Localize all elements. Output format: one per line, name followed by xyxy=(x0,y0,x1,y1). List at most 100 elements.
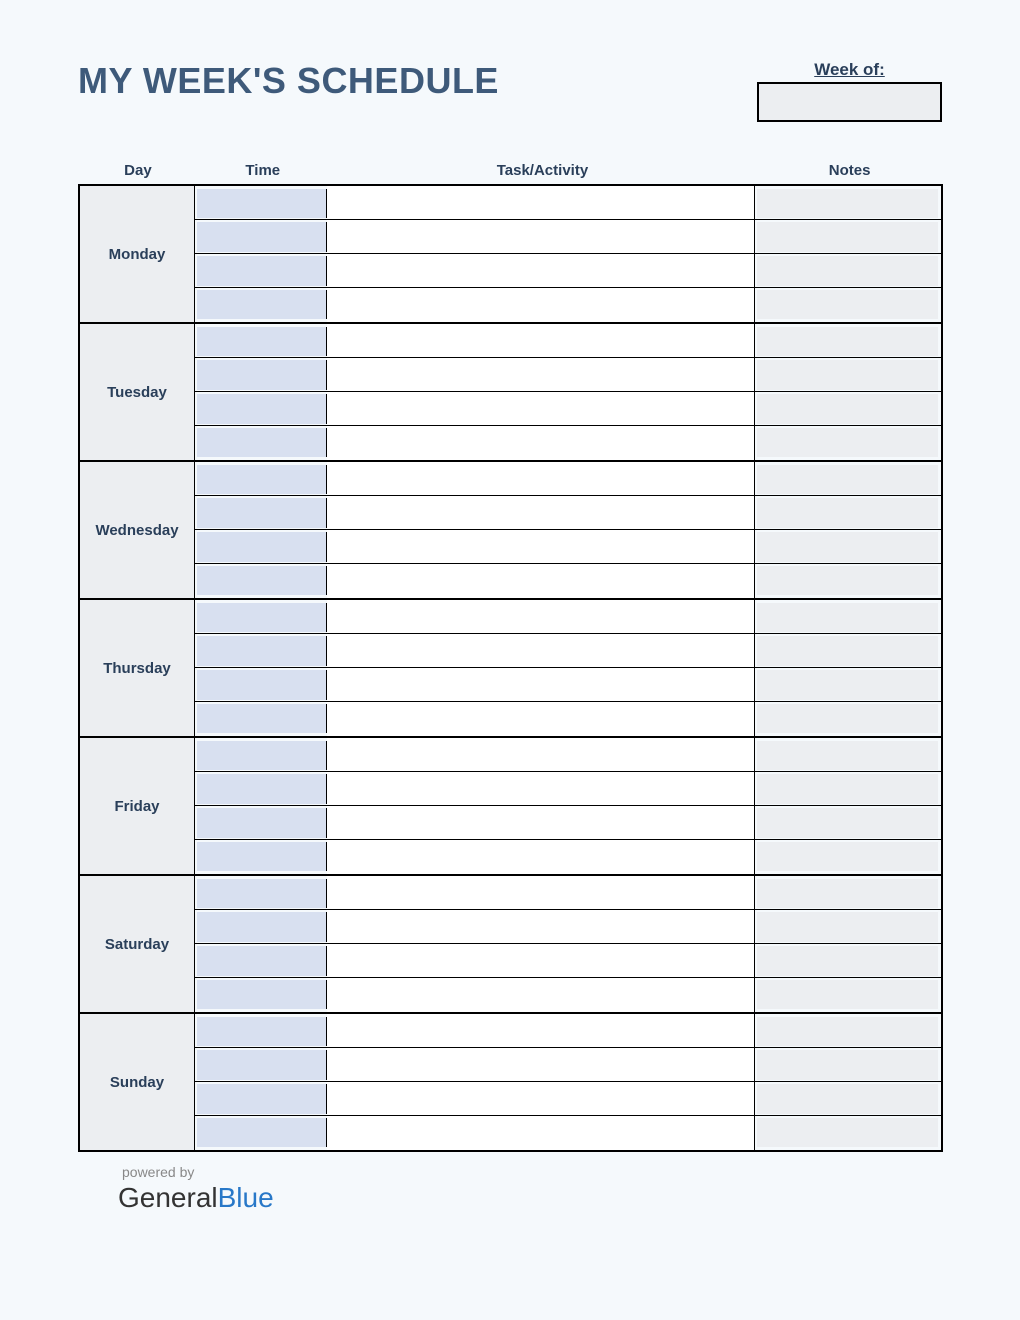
task-cell[interactable] xyxy=(327,358,755,391)
notes-cell[interactable] xyxy=(757,290,938,319)
time-cell[interactable] xyxy=(197,1017,327,1046)
notes-cell[interactable] xyxy=(757,327,938,356)
notes-cell[interactable] xyxy=(757,532,938,562)
task-cell[interactable] xyxy=(327,392,755,425)
task-cell[interactable] xyxy=(327,910,755,943)
task-cell[interactable] xyxy=(327,634,755,667)
time-cell[interactable] xyxy=(197,290,327,319)
task-cell[interactable] xyxy=(327,702,755,736)
time-cell[interactable] xyxy=(197,1084,327,1114)
schedule-row xyxy=(195,462,941,496)
schedule-row xyxy=(195,1014,941,1048)
footer-logo: powered by GeneralBlue xyxy=(118,1164,942,1214)
time-cell[interactable] xyxy=(197,704,327,733)
task-cell[interactable] xyxy=(327,186,755,219)
schedule-row xyxy=(195,254,941,288)
notes-cell[interactable] xyxy=(757,189,938,218)
day-label: Tuesday xyxy=(80,324,195,460)
time-cell[interactable] xyxy=(197,603,327,632)
time-cell[interactable] xyxy=(197,428,327,457)
task-cell[interactable] xyxy=(327,324,755,357)
time-cell[interactable] xyxy=(197,741,327,770)
notes-cell[interactable] xyxy=(757,1118,938,1147)
notes-cell[interactable] xyxy=(757,1017,938,1046)
task-cell[interactable] xyxy=(327,288,755,322)
notes-cell[interactable] xyxy=(757,636,938,666)
time-cell[interactable] xyxy=(197,394,327,424)
time-cell[interactable] xyxy=(197,360,327,390)
task-cell[interactable] xyxy=(327,1048,755,1081)
time-cell[interactable] xyxy=(197,946,327,976)
time-cell[interactable] xyxy=(197,1118,327,1147)
time-cell[interactable] xyxy=(197,566,327,595)
week-of-label: Week of: xyxy=(757,60,942,80)
task-cell[interactable] xyxy=(327,496,755,529)
notes-cell[interactable] xyxy=(757,222,938,252)
notes-cell[interactable] xyxy=(757,980,938,1009)
time-cell[interactable] xyxy=(197,189,327,218)
task-cell[interactable] xyxy=(327,806,755,839)
schedule-row xyxy=(195,426,941,460)
time-cell[interactable] xyxy=(197,465,327,494)
schedule-row xyxy=(195,1048,941,1082)
schedule-row xyxy=(195,496,941,530)
task-cell[interactable] xyxy=(327,564,755,598)
notes-cell[interactable] xyxy=(757,360,938,390)
time-cell[interactable] xyxy=(197,256,327,286)
time-cell[interactable] xyxy=(197,774,327,804)
time-cell[interactable] xyxy=(197,532,327,562)
notes-cell[interactable] xyxy=(757,428,938,457)
notes-cell[interactable] xyxy=(757,1050,938,1080)
task-cell[interactable] xyxy=(327,738,755,771)
task-cell[interactable] xyxy=(327,1014,755,1047)
logo-part1: General xyxy=(118,1182,218,1213)
week-of-input[interactable] xyxy=(757,82,942,122)
notes-cell[interactable] xyxy=(757,842,938,871)
time-cell[interactable] xyxy=(197,879,327,908)
day-label: Monday xyxy=(80,186,195,322)
notes-cell[interactable] xyxy=(757,946,938,976)
column-header-time: Time xyxy=(198,162,328,179)
notes-cell[interactable] xyxy=(757,566,938,595)
task-cell[interactable] xyxy=(327,426,755,460)
time-cell[interactable] xyxy=(197,636,327,666)
notes-cell[interactable] xyxy=(757,394,938,424)
notes-cell[interactable] xyxy=(757,741,938,770)
time-cell[interactable] xyxy=(197,912,327,942)
task-cell[interactable] xyxy=(327,1082,755,1115)
schedule-row xyxy=(195,738,941,772)
task-cell[interactable] xyxy=(327,530,755,563)
task-cell[interactable] xyxy=(327,462,755,495)
time-cell[interactable] xyxy=(197,842,327,871)
task-cell[interactable] xyxy=(327,600,755,633)
task-cell[interactable] xyxy=(327,668,755,701)
task-cell[interactable] xyxy=(327,254,755,287)
column-header-notes: Notes xyxy=(757,162,942,179)
day-group: Wednesday xyxy=(80,462,941,600)
notes-cell[interactable] xyxy=(757,879,938,908)
time-cell[interactable] xyxy=(197,1050,327,1080)
task-cell[interactable] xyxy=(327,876,755,909)
time-cell[interactable] xyxy=(197,327,327,356)
time-cell[interactable] xyxy=(197,670,327,700)
notes-cell[interactable] xyxy=(757,704,938,733)
notes-cell[interactable] xyxy=(757,465,938,494)
time-cell[interactable] xyxy=(197,498,327,528)
notes-cell[interactable] xyxy=(757,670,938,700)
time-cell[interactable] xyxy=(197,222,327,252)
task-cell[interactable] xyxy=(327,772,755,805)
task-cell[interactable] xyxy=(327,220,755,253)
notes-cell[interactable] xyxy=(757,912,938,942)
notes-cell[interactable] xyxy=(757,498,938,528)
notes-cell[interactable] xyxy=(757,256,938,286)
task-cell[interactable] xyxy=(327,1116,755,1150)
notes-cell[interactable] xyxy=(757,1084,938,1114)
notes-cell[interactable] xyxy=(757,603,938,632)
notes-cell[interactable] xyxy=(757,808,938,838)
task-cell[interactable] xyxy=(327,978,755,1012)
time-cell[interactable] xyxy=(197,808,327,838)
task-cell[interactable] xyxy=(327,840,755,874)
notes-cell[interactable] xyxy=(757,774,938,804)
task-cell[interactable] xyxy=(327,944,755,977)
time-cell[interactable] xyxy=(197,980,327,1009)
